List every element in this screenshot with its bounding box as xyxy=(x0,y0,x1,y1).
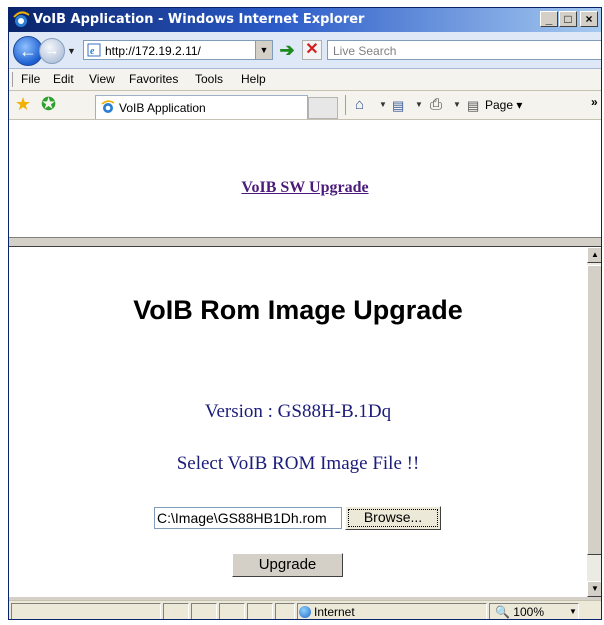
vertical-scrollbar[interactable]: ▲ ▼ xyxy=(587,247,601,597)
toolbar-grip[interactable] xyxy=(12,72,15,87)
page-icon: e xyxy=(87,43,101,57)
window-title: VoIB Application - Windows Internet Expl… xyxy=(33,12,365,27)
more-tools-chevron[interactable]: » xyxy=(591,95,598,109)
sw-upgrade-link[interactable]: VoIB SW Upgrade xyxy=(9,179,601,197)
menu-favorites[interactable]: Favorites xyxy=(129,72,178,86)
security-zone[interactable]: Internet xyxy=(299,605,355,619)
forward-button[interactable]: → xyxy=(39,38,65,64)
new-tab-button[interactable] xyxy=(308,97,338,119)
favorites-center-icon[interactable]: ★ xyxy=(15,94,31,115)
menu-view[interactable]: View xyxy=(89,72,115,86)
back-arrow-icon: ← xyxy=(19,41,37,61)
address-toolbar: ← → ▼ e http://172.19.2.11/ ▼ ➔ ✕ Live S… xyxy=(9,32,601,69)
stop-button[interactable]: ✕ xyxy=(302,40,322,60)
recent-pages-dropdown[interactable]: ▼ xyxy=(67,46,76,56)
close-button[interactable]: × xyxy=(580,11,598,27)
stop-icon: ✕ xyxy=(305,41,319,58)
title-bar[interactable]: VoIB Application - Windows Internet Expl… xyxy=(9,8,601,32)
scroll-down-button[interactable]: ▼ xyxy=(587,581,601,597)
zoom-level[interactable]: 🔍 100% xyxy=(495,605,544,619)
menu-file[interactable]: File xyxy=(21,72,40,86)
add-favorite-icon[interactable]: ✪ xyxy=(41,94,56,115)
toolbar-separator xyxy=(345,95,346,115)
maximize-button[interactable]: □ xyxy=(559,11,577,27)
internet-globe-icon xyxy=(299,606,311,618)
status-pane xyxy=(275,603,295,619)
feeds-dropdown[interactable]: ▼ xyxy=(415,100,423,109)
ie-logo-icon xyxy=(13,11,30,27)
select-file-prompt: Select VoIB ROM Image File !! xyxy=(176,453,420,474)
scroll-thumb[interactable] xyxy=(587,265,601,555)
svg-text:e: e xyxy=(90,46,95,57)
feeds-icon[interactable]: ▤ xyxy=(392,98,404,114)
zoom-icon: 🔍 xyxy=(495,605,510,619)
browse-button[interactable]: Browse... xyxy=(345,506,441,530)
page-menu-icon: ▤ xyxy=(467,98,480,113)
status-pane xyxy=(163,603,189,619)
main-frame: VoIB Rom Image Upgrade Version : GS88H-B… xyxy=(9,247,587,597)
home-icon[interactable]: ⌂ xyxy=(355,96,364,113)
print-dropdown[interactable]: ▼ xyxy=(453,100,461,109)
status-bar: Internet 🔍 100% ▼ xyxy=(9,600,601,619)
zoom-label: 100% xyxy=(513,605,544,619)
minimize-button[interactable]: _ xyxy=(540,11,558,27)
tab-bar: ★ ✪ VoIB Application ⌂ ▼ ▤ ▼ ⎙ ▼ ▤ Page … xyxy=(9,91,601,120)
frame-splitter[interactable] xyxy=(9,237,601,247)
forward-arrow-icon: → xyxy=(44,42,60,59)
print-icon[interactable]: ⎙ xyxy=(430,96,442,113)
menu-tools[interactable]: Tools xyxy=(195,72,223,86)
window-controls: _ □ × xyxy=(539,11,598,27)
file-path-input[interactable]: C:\Image\GS88HB1Dh.rom xyxy=(154,507,342,529)
browse-focus-ring xyxy=(348,509,438,527)
scroll-up-button[interactable]: ▲ xyxy=(587,247,601,263)
menu-help[interactable]: Help xyxy=(241,72,266,86)
zoom-dropdown[interactable]: ▼ xyxy=(569,607,577,616)
zone-label: Internet xyxy=(314,605,355,619)
version-text: Version : GS88H-B.1Dq xyxy=(204,401,392,422)
address-dropdown-button[interactable]: ▼ xyxy=(255,41,272,59)
search-placeholder: Live Search xyxy=(333,44,397,58)
status-pane xyxy=(191,603,217,619)
go-arrow-icon: ➔ xyxy=(279,40,295,60)
ie-page-icon xyxy=(101,100,115,113)
status-text-pane xyxy=(11,603,161,619)
search-input[interactable]: Live Search xyxy=(327,40,601,60)
tab-voib-application[interactable]: VoIB Application xyxy=(95,95,308,119)
status-pane xyxy=(247,603,273,619)
go-button[interactable]: ➔ xyxy=(277,40,297,60)
page-heading: VoIB Rom Image Upgrade xyxy=(133,295,463,325)
page-menu-button[interactable]: Page ▾ xyxy=(485,98,522,112)
top-frame: VoIB SW Upgrade xyxy=(9,120,601,237)
menu-edit[interactable]: Edit xyxy=(53,72,74,86)
status-pane xyxy=(219,603,245,619)
browser-window: VoIB Application - Windows Internet Expl… xyxy=(8,7,602,620)
address-text: http://172.19.2.11/ xyxy=(105,44,201,58)
home-dropdown[interactable]: ▼ xyxy=(379,100,387,109)
menu-bar: File Edit View Favorites Tools Help xyxy=(9,69,601,91)
upgrade-button[interactable]: Upgrade xyxy=(232,553,343,577)
tab-label: VoIB Application xyxy=(119,101,206,115)
address-input[interactable]: e http://172.19.2.11/ ▼ xyxy=(83,40,273,60)
